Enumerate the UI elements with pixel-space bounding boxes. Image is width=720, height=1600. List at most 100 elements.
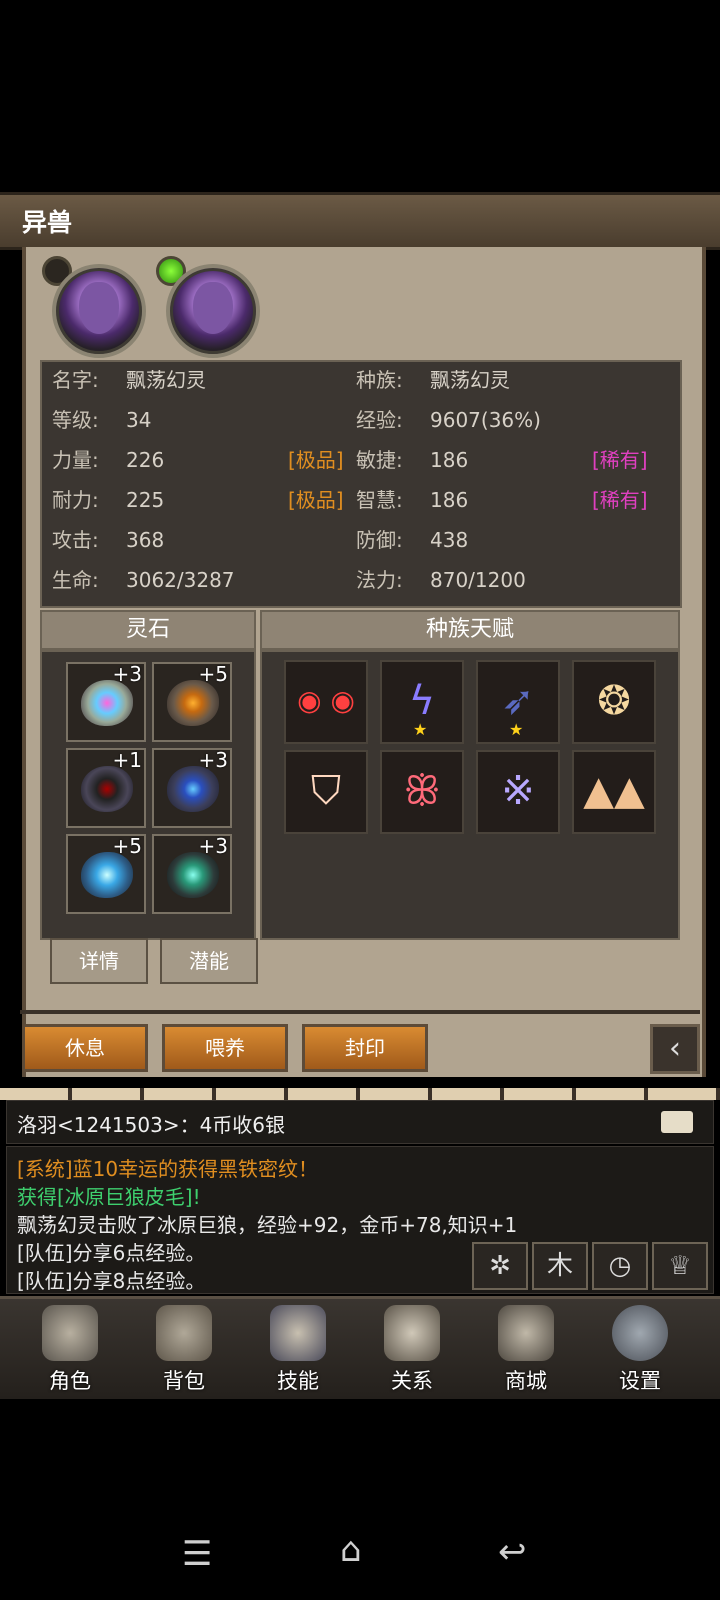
world-chat-message: 洛羽<1241503>：4币收6银 — [17, 1113, 286, 1137]
nav-character[interactable]: 角色 — [20, 1299, 120, 1399]
star-icon: ★ — [413, 720, 428, 739]
fire-shield-icon: ⛉ — [311, 768, 341, 814]
stone-bonus: +5 — [112, 834, 142, 858]
talent-butterfly[interactable]: ꕥ — [380, 750, 464, 834]
nav-label: 商城 — [505, 1369, 547, 1393]
shield-rune-stone-icon — [167, 852, 219, 898]
stone-bonus: +5 — [198, 662, 228, 686]
spirit-stone-slot-6[interactable]: +3 — [152, 834, 232, 914]
totem-icon: 木 — [546, 1251, 573, 1281]
log-line-team-2: [队伍]分享8点经验。 — [17, 1269, 206, 1293]
world-chat-bar[interactable]: 洛羽<1241503>：4币收6银 — [6, 1100, 714, 1144]
trophy-icon: ♕ — [668, 1251, 692, 1281]
name-label: 名字: — [52, 368, 99, 392]
nav-backpack[interactable]: 背包 — [134, 1299, 234, 1399]
nav-shop[interactable]: 商城 — [476, 1299, 576, 1399]
chat-tab-strip — [0, 1088, 720, 1100]
backpack-icon — [156, 1305, 212, 1361]
seal-button[interactable]: 封印 — [302, 1024, 428, 1072]
spirit-stone-slot-3[interactable]: +1 — [66, 748, 146, 828]
lightning-bolt-icon: ϟ — [408, 678, 436, 724]
back-button[interactable]: ‹ — [650, 1024, 700, 1074]
hp-label: 生命: — [52, 568, 99, 592]
stats-table: 名字: 飘荡幻灵 种族: 飘荡幻灵 等级: 34 经验: 9607(36%) 力… — [40, 360, 682, 608]
log-line-loot: 获得[冰原巨狼皮毛]! — [17, 1185, 201, 1209]
potential-button[interactable]: 潜能 — [160, 938, 258, 984]
stone-bonus: +3 — [198, 834, 228, 858]
fire-rune-stone-icon — [167, 680, 219, 726]
sta-grade-badge: [极品] — [288, 488, 344, 512]
mp-value: 870/1200 — [430, 568, 526, 592]
title-bar: 异兽 — [0, 192, 720, 250]
race-label: 种族: — [356, 368, 403, 392]
lightning-rune-stone-icon — [167, 766, 219, 812]
nav-label: 关系 — [391, 1369, 433, 1393]
int-grade-badge: [稀有] — [592, 488, 648, 512]
chat-bubble-icon[interactable] — [661, 1111, 693, 1133]
butterfly-icon: ꕥ — [403, 768, 441, 814]
log-line-team-1: [队伍]分享6点经验。 — [17, 1241, 206, 1265]
rainbow-rune-stone-icon — [81, 680, 133, 726]
race-value: 飘荡幻灵 — [430, 368, 510, 392]
spirit-stone-slot-2[interactable]: +5 — [152, 662, 232, 742]
int-value: 186 — [430, 488, 469, 512]
alarm-clock-button[interactable]: ◷ — [592, 1242, 648, 1290]
talent-mountains[interactable]: ▲▲ — [572, 750, 656, 834]
talent-fire-shield[interactable]: ⛉ — [284, 750, 368, 834]
mountains-icon: ▲▲ — [583, 768, 645, 814]
spirit-stones-grid: +3 +5 +1 +3 +5 +3 — [40, 650, 256, 940]
details-button[interactable]: 详情 — [50, 938, 148, 984]
stone-bonus: +1 — [112, 748, 142, 772]
level-label: 等级: — [52, 408, 99, 432]
talent-eyes[interactable]: ◉ ◉ — [284, 660, 368, 744]
auto-battle-button[interactable]: ✲ — [472, 1242, 528, 1290]
wing-icon: ➶ — [501, 678, 535, 724]
int-label: 智慧: — [356, 488, 403, 512]
dark-rune-stone-icon — [81, 766, 133, 812]
back-icon[interactable]: ↩ — [498, 1532, 527, 1572]
nav-relations[interactable]: 关系 — [362, 1299, 462, 1399]
nav-label: 技能 — [277, 1369, 319, 1393]
spirit-stone-slot-4[interactable]: +3 — [152, 748, 232, 828]
divider — [20, 1010, 700, 1014]
home-icon[interactable]: ⌂ — [340, 1530, 362, 1570]
exp-label: 经验: — [356, 408, 403, 432]
spirit-stone-slot-1[interactable]: +3 — [66, 662, 146, 742]
spirit-stones-header: 灵石 — [40, 610, 256, 650]
talent-lightning[interactable]: ϟ ★ — [380, 660, 464, 744]
beast-slot-1[interactable] — [42, 256, 152, 358]
log-line-battle: 飘荡幻灵击败了冰原巨狼，经验+92，金币+78,知识+1 — [17, 1213, 518, 1237]
sta-value: 225 — [126, 488, 165, 512]
spirit-stone-slot-5[interactable]: +5 — [66, 834, 146, 914]
chevron-left-icon: ‹ — [669, 1031, 681, 1066]
atk-label: 攻击: — [52, 528, 99, 552]
racial-talents-header: 种族天赋 — [260, 610, 680, 650]
feed-button[interactable]: 喂养 — [162, 1024, 288, 1072]
name-value: 飘荡幻灵 — [126, 368, 206, 392]
nav-label: 背包 — [163, 1369, 205, 1393]
rest-button[interactable]: 休息 — [22, 1024, 148, 1072]
log-line-system: [系统]蓝10幸运的获得黑铁密纹！ — [17, 1157, 319, 1181]
talent-eagle[interactable]: ❂ — [572, 660, 656, 744]
talent-wing[interactable]: ➶ ★ — [476, 660, 560, 744]
nav-settings[interactable]: 设置 — [590, 1299, 690, 1399]
treasure-chest-icon — [498, 1305, 554, 1361]
sta-label: 耐力: — [52, 488, 99, 512]
cog-wheel-icon: ✲ — [489, 1251, 511, 1281]
str-label: 力量: — [52, 448, 99, 472]
gear-icon — [612, 1305, 668, 1361]
nav-label: 角色 — [49, 1369, 91, 1393]
mp-label: 法力: — [356, 568, 403, 592]
beast-slot-2[interactable] — [156, 256, 266, 358]
totem-button[interactable]: 木 — [532, 1242, 588, 1290]
nav-label: 设置 — [619, 1369, 661, 1393]
beast-portrait-avatar — [166, 264, 260, 358]
bottom-nav: 角色 背包 技能 关系 商城 设置 — [0, 1296, 720, 1399]
nav-skills[interactable]: 技能 — [248, 1299, 348, 1399]
agi-value: 186 — [430, 448, 469, 472]
talent-bird-sigil[interactable]: ※ — [476, 750, 560, 834]
menu-icon[interactable]: ☰ — [182, 1534, 212, 1574]
str-value: 226 — [126, 448, 165, 472]
def-value: 438 — [430, 528, 469, 552]
trophy-button[interactable]: ♕ — [652, 1242, 708, 1290]
